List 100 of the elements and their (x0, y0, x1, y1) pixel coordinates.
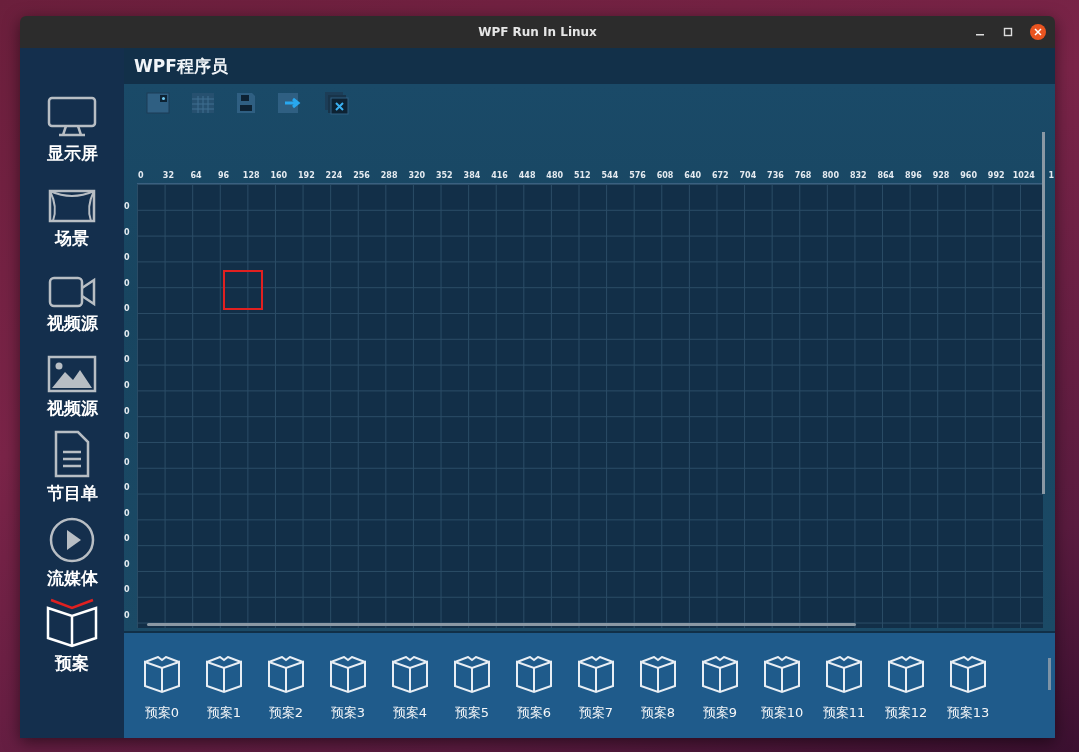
horizontal-scrollbar[interactable] (147, 623, 856, 626)
plan-label: 预案1 (206, 704, 242, 722)
sidebar-item[interactable]: 视频源 (20, 341, 124, 426)
save-icon[interactable] (236, 92, 256, 114)
ruler-label: 0 (124, 482, 130, 494)
plan-label: 预案5 (454, 704, 490, 722)
ruler-label: 768 (794, 170, 812, 182)
ruler-label: 736 (767, 170, 784, 182)
window-title: WPF Run In Linux (478, 25, 597, 39)
plan-item[interactable]: 预案3 (329, 656, 367, 738)
ruler-label: 288 (380, 170, 398, 182)
ruler-label: 0 (124, 507, 130, 519)
ruler-label: 832 (849, 170, 867, 182)
book-icon (453, 656, 491, 694)
ruler-label: 0 (124, 277, 130, 289)
plan-item[interactable]: 预案11 (825, 656, 863, 738)
sidebar-label: 预案 (55, 652, 89, 675)
plan-label: 预案8 (640, 704, 676, 722)
plan-item[interactable]: 预案1 (205, 656, 243, 738)
plan-label: 预案3 (330, 704, 366, 722)
ruler-label: 512 (573, 170, 591, 182)
plan-item[interactable]: 预案7 (577, 656, 615, 738)
plan-label: 预案13 (946, 704, 990, 722)
ruler-label: 672 (711, 170, 729, 182)
book-icon (701, 656, 739, 694)
ruler-label: 256 (353, 170, 370, 182)
ruler-label: 0 (124, 226, 130, 238)
sidebar-label: 视频源 (46, 397, 98, 420)
plan-item[interactable]: 预案13 (949, 656, 987, 738)
ruler-label: 0 (124, 354, 130, 366)
ruler-label: 576 (629, 170, 646, 182)
plan-item[interactable]: 预案9 (701, 656, 739, 738)
ruler-label: 352 (435, 170, 453, 182)
ruler-label: 960 (960, 170, 977, 182)
ruler-label: 96 (218, 170, 230, 182)
plan-label: 预案11 (822, 704, 866, 722)
book-icon (143, 656, 181, 694)
app-title: WPF程序员 (134, 54, 228, 78)
arrow-right-icon[interactable] (277, 92, 303, 114)
sidebar-item[interactable]: 流媒体 (20, 511, 124, 596)
plan-label: 预案12 (884, 704, 928, 722)
ruler-label: 64 (190, 170, 202, 182)
plan-label: 预案4 (392, 704, 428, 722)
ruler-label: 0 (124, 252, 130, 264)
book-icon (577, 656, 615, 694)
ruler-label: 416 (491, 170, 508, 182)
ruler-label: 608 (656, 170, 674, 182)
close-windows-icon[interactable] (324, 91, 350, 115)
plan-item[interactable]: 预案5 (453, 656, 491, 738)
ruler-label: 544 (601, 170, 619, 182)
close-icon[interactable] (1029, 23, 1047, 41)
ruler-label: 1024 (1012, 170, 1035, 182)
sidebar-item[interactable]: 显示屏 (20, 86, 124, 171)
plan-item[interactable]: 预案10 (763, 656, 801, 738)
sidebar-item[interactable]: 视频源 (20, 256, 124, 341)
grid-canvas[interactable] (137, 183, 1043, 628)
plan-item[interactable]: 预案2 (267, 656, 305, 738)
book-icon (515, 656, 553, 694)
sidebar-item[interactable]: 场景 (20, 171, 124, 256)
ruler-label: 0 (124, 609, 130, 621)
plan-item[interactable]: 预案8 (639, 656, 677, 738)
table-icon[interactable] (191, 92, 215, 114)
sidebar-label: 节目单 (46, 482, 98, 505)
image-icon (47, 355, 97, 393)
book-icon (45, 598, 99, 648)
sidebar-label: 显示屏 (46, 142, 98, 165)
sidebar-item[interactable]: 节目单 (20, 426, 124, 511)
sidebar-item[interactable]: 预案 (20, 596, 124, 681)
book-icon (391, 656, 429, 694)
vertical-scrollbar[interactable] (1042, 132, 1045, 494)
selection-rectangle[interactable] (223, 270, 263, 310)
plan-item[interactable]: 预案4 (391, 656, 429, 738)
sidebar-label: 场景 (55, 227, 89, 250)
book-icon (329, 656, 367, 694)
plan-item[interactable]: 预案0 (143, 656, 181, 738)
sidebar-label: 视频源 (46, 312, 98, 335)
ruler-label: 448 (518, 170, 536, 182)
plan-label: 预案7 (578, 704, 614, 722)
book-icon (267, 656, 305, 694)
ruler-label: 128 (242, 170, 260, 182)
sidebar-label: 流媒体 (46, 567, 98, 590)
ruler-label: 320 (408, 170, 426, 182)
ruler-label: 0 (124, 456, 130, 468)
book-icon (639, 656, 677, 694)
ruler-label: 0 (124, 533, 130, 545)
plan-item[interactable]: 预案6 (515, 656, 553, 738)
book-icon (825, 656, 863, 694)
ruler-label: 896 (905, 170, 922, 182)
ruler-label: 384 (463, 170, 481, 182)
ruler-label: 0 (138, 170, 144, 182)
plan-item[interactable]: 预案12 (887, 656, 925, 738)
ruler-label: 0 (124, 405, 130, 417)
ruler-label: 0 (124, 431, 130, 443)
ruler-label: 224 (325, 170, 343, 182)
book-icon (763, 656, 801, 694)
ruler-label: 800 (822, 170, 839, 182)
new-window-icon[interactable] (146, 92, 170, 114)
ruler-label: 864 (877, 170, 895, 182)
maximize-icon[interactable] (1001, 25, 1015, 39)
book-icon (949, 656, 987, 694)
